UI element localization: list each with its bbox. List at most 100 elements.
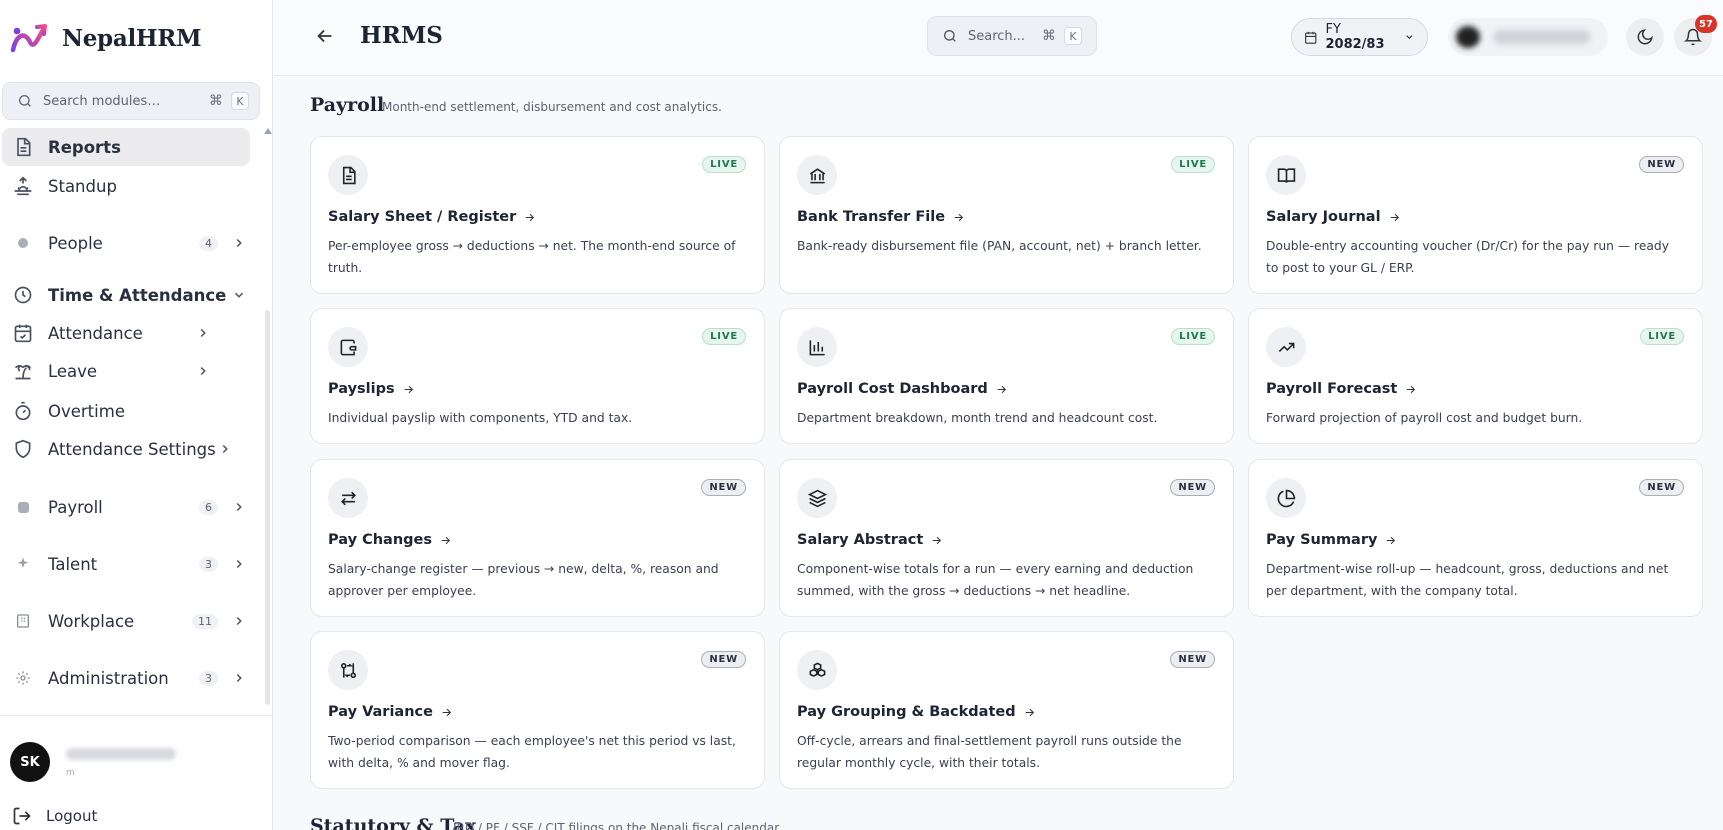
logout-label: Logout [46,807,98,825]
card-title: Pay Grouping & Backdated [797,704,1036,720]
count-badge: 6 [199,499,218,515]
book-open-icon [1266,155,1306,195]
report-card-payroll-forecast[interactable]: LIVE Payroll Forecast Forward projection… [1248,308,1703,444]
bank-icon [797,155,837,195]
arrow-right-icon [932,536,942,544]
section-title: Payroll [310,94,385,116]
report-card-salary-journal[interactable]: NEW Salary Journal Double-entry accounti… [1248,136,1703,294]
card-description: Component-wise totals for a run — every … [797,562,1194,598]
card-title: Payroll Forecast [1266,381,1417,397]
pie-chart-icon [1266,478,1306,518]
theme-toggle-button[interactable] [1626,18,1664,56]
sidebar-item-label: Attendance [48,323,143,343]
arrow-right-icon [954,213,964,221]
shortcut-cmd: ⌘ [1042,28,1056,44]
status-badge: NEW [1170,479,1215,496]
sidebar-item-administration[interactable]: Administration 3 [0,659,262,697]
sidebar-item-workplace[interactable]: Workplace 11 [0,602,262,640]
card-description: Off-cycle, arrears and final-settlement … [797,734,1182,770]
card-title-text: Payroll Cost Dashboard [797,381,988,397]
status-badge: LIVE [1171,156,1215,173]
avatar[interactable]: SK [10,742,50,782]
arrow-right-icon [1025,708,1034,716]
sidebar-item-leave[interactable]: Leave [0,352,226,390]
top-header: HRMS Search... ⌘ K FY 2082/83 57 [274,0,1723,76]
sidebar-item-attendance[interactable]: Attendance [0,314,226,352]
card-title: Pay Variance [328,704,453,720]
sidebar-scrollbar[interactable] [265,310,270,705]
building-icon [12,610,34,632]
global-search-input[interactable]: Search... ⌘ K [927,16,1097,56]
arrow-right-icon [1407,385,1416,393]
sidebar-item-overtime[interactable]: Overtime [0,392,262,430]
sidebar-item-talent[interactable]: Talent 3 [0,545,262,583]
chevron-down-icon [234,292,244,298]
chevron-down-icon [1406,35,1413,40]
card-title-text: Pay Variance [328,704,433,720]
sidebar-item-reports[interactable]: Reports [2,128,250,166]
card-title: Payslips [328,381,415,397]
report-card-bank-transfer[interactable]: LIVE Bank Transfer File Bank-ready disbu… [779,136,1234,294]
sidebar-item-label: Talent [48,554,98,574]
wallet-icon [12,496,34,518]
boxes-icon [797,650,837,690]
card-description: Two-period comparison — each employee's … [328,734,736,770]
sidebar-item-people[interactable]: People 4 [0,224,262,262]
section-subtitle: Month-end settlement, disbursement and c… [382,100,722,114]
brand[interactable]: NepalHRM [10,20,202,56]
status-badge: LIVE [1171,328,1215,345]
arrow-right-icon [526,213,535,221]
user-menu-redacted[interactable] [1448,18,1608,56]
back-arrow-icon[interactable] [314,25,336,47]
sidebar-item-label: Payroll [48,497,103,517]
sidebar-item-attendance-settings[interactable]: Attendance Settings [0,430,248,468]
fiscal-year-select[interactable]: FY 2082/83 [1291,18,1428,56]
card-title: Pay Summary [1266,532,1397,548]
card-title-text: Payroll Forecast [1266,381,1398,397]
git-compare-icon [328,650,368,690]
sidebar-item-payroll[interactable]: Payroll 6 [0,488,262,526]
arrow-right-icon [1390,213,1399,221]
card-title-text: Pay Grouping & Backdated [797,704,1016,720]
report-card-pay-changes[interactable]: NEW Pay Changes Salary-change register —… [310,459,765,617]
calendar-icon [1305,31,1317,44]
search-icon [944,30,956,42]
scroll-up-icon[interactable] [264,128,272,134]
logout-button[interactable]: Logout [12,806,97,826]
shortcut-cmd: ⌘ [209,93,223,109]
report-card-payroll-cost-dashboard[interactable]: LIVE Payroll Cost Dashboard Department b… [779,308,1234,444]
status-badge: NEW [701,651,746,668]
user-role: m [66,768,75,778]
arrow-right-icon [404,385,413,393]
card-description: Salary-change register — previous → new,… [328,562,719,598]
module-search-input[interactable]: Search modules… ⌘ K [2,82,260,120]
card-description: Bank-ready disbursement file (PAN, accou… [797,239,1202,253]
page-title: HRMS [360,22,443,49]
count-badge: 3 [199,556,218,572]
sidebar-group-time-attendance[interactable]: Time & Attendance [0,276,262,314]
timer-icon [12,400,34,422]
brand-logo-icon [10,24,47,53]
chevron-right-icon [236,238,242,248]
report-card-payslips[interactable]: LIVE Payslips Individual payslip with co… [310,308,765,444]
report-card-pay-grouping-backdated[interactable]: NEW Pay Grouping & Backdated Off-cycle, … [779,631,1234,789]
card-title: Payroll Cost Dashboard [797,381,1008,397]
card-title: Salary Sheet / Register [328,209,536,225]
module-search-placeholder: Search modules… [43,93,161,109]
shortcut-key: K [231,92,249,110]
sidebar-item-standup[interactable]: Standup [0,168,262,204]
card-title-text: Bank Transfer File [797,209,946,225]
sidebar-item-label: Reports [48,137,121,157]
wallet-icon [328,327,368,367]
status-badge: NEW [1639,156,1684,173]
status-badge: LIVE [1640,328,1684,345]
fiscal-year-label: FY 2082/83 [1326,22,1397,52]
card-title: Bank Transfer File [797,209,965,225]
report-card-pay-summary[interactable]: NEW Pay Summary Department-wise roll-up … [1248,459,1703,617]
sidebar-item-label: Standup [48,176,117,196]
card-title: Salary Abstract [797,532,943,548]
report-card-pay-variance[interactable]: NEW Pay Variance Two-period comparison —… [310,631,765,789]
card-title-text: Pay Summary [1266,532,1378,548]
report-card-salary-sheet[interactable]: LIVE Salary Sheet / Register Per-employe… [310,136,765,294]
report-card-salary-abstract[interactable]: NEW Salary Abstract Component-wise total… [779,459,1234,617]
